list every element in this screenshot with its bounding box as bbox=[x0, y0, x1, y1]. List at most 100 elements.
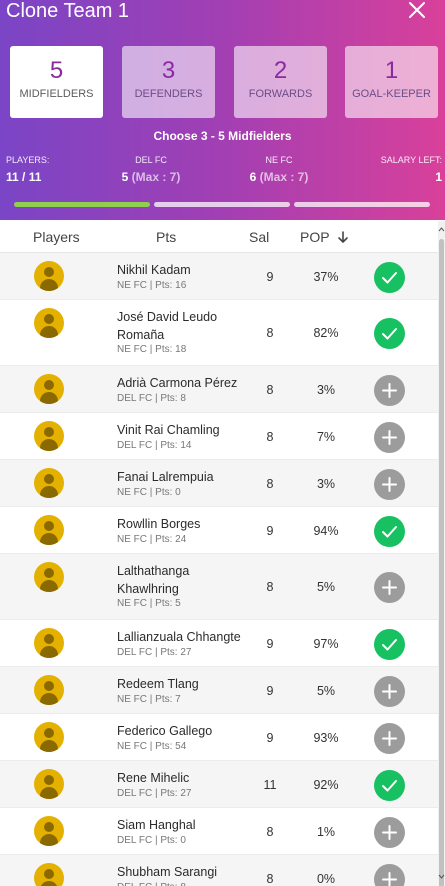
popularity-value: 1% bbox=[316, 825, 336, 839]
player-meta: DEL FC | Pts: 8 bbox=[117, 882, 186, 886]
team-header: Clone Team 1 5 MIDFIELDERS 3 DEFENDERS 2… bbox=[0, 0, 445, 220]
add-player-button[interactable] bbox=[374, 422, 405, 453]
plus-icon bbox=[382, 872, 397, 886]
tab-count: 3 bbox=[161, 57, 176, 84]
checkmark-icon bbox=[382, 780, 397, 792]
add-player-button[interactable] bbox=[374, 723, 405, 754]
team2-value-wrap: 6 (Max : 7) bbox=[248, 169, 310, 185]
team2-value: 6 bbox=[249, 170, 257, 184]
table-row[interactable]: Shubham SarangiDEL FC | Pts: 8 8 0% bbox=[0, 855, 438, 886]
table-header: Players Pts Sal POP bbox=[0, 221, 445, 253]
player-meta: DEL FC | Pts: 27 bbox=[117, 647, 192, 658]
col-sal[interactable]: Sal bbox=[249, 229, 269, 245]
salary-value: 8 bbox=[266, 580, 274, 594]
player-meta: DEL FC | Pts: 0 bbox=[117, 835, 186, 846]
scroll-down-icon[interactable] bbox=[438, 871, 445, 881]
player-meta: NE FC | Pts: 54 bbox=[117, 741, 187, 752]
player-name[interactable]: Rowllin Borges bbox=[117, 515, 247, 533]
progress-segment bbox=[14, 202, 150, 207]
salary-value: 9 bbox=[266, 684, 274, 698]
scroll-up-icon[interactable] bbox=[438, 225, 445, 235]
salary-value: 11 bbox=[263, 778, 277, 792]
avatar bbox=[34, 722, 64, 752]
team2-stat: NE FC 6 (Max : 7) bbox=[248, 155, 310, 185]
remove-player-button[interactable] bbox=[374, 318, 405, 349]
salary-value: 8 bbox=[266, 477, 274, 491]
table-row[interactable]: Federico Gallego NE FC | Pts: 54 9 93% bbox=[0, 714, 438, 761]
table-row[interactable]: Redeem Tlang NE FC | Pts: 7 9 5% bbox=[0, 667, 438, 714]
col-pts[interactable]: Pts bbox=[156, 229, 176, 245]
table-row[interactable]: José David Leudo Romaña NE FC | Pts: 18 8 8… bbox=[0, 300, 438, 366]
player-name[interactable]: Rene Mihelic bbox=[117, 769, 247, 787]
avatar bbox=[34, 675, 64, 705]
players-value: 11 / 11 bbox=[6, 170, 42, 184]
add-player-button[interactable] bbox=[374, 864, 405, 886]
progress-segment bbox=[294, 202, 430, 207]
scrollbar[interactable] bbox=[438, 221, 445, 886]
tab-count: 5 bbox=[49, 57, 64, 84]
table-row[interactable]: Siam Hanghal DEL FC | Pts: 0 8 1% bbox=[0, 808, 438, 855]
tab-defenders[interactable]: 3 DEFENDERS bbox=[122, 46, 215, 118]
avatar bbox=[34, 562, 64, 592]
table-row[interactable]: Adrià Carmona Pérez DEL FC | Pts: 8 8 3% bbox=[0, 366, 438, 413]
remove-player-button[interactable] bbox=[374, 770, 405, 801]
tab-label: GOAL-KEEPER bbox=[352, 88, 431, 100]
scroll-thumb[interactable] bbox=[439, 239, 444, 886]
player-name[interactable]: Lalthathanga Khawlhring bbox=[117, 562, 247, 598]
table-row[interactable]: Vinit Rai Chamling DEL FC | Pts: 14 8 7% bbox=[0, 413, 438, 460]
tab-midfielders[interactable]: 5 MIDFIELDERS bbox=[10, 46, 103, 118]
player-name[interactable]: Vinit Rai Chamling bbox=[117, 421, 247, 439]
col-players[interactable]: Players bbox=[33, 229, 80, 245]
popularity-value: 0% bbox=[316, 872, 336, 886]
avatar bbox=[34, 515, 64, 545]
player-meta: NE FC | Pts: 7 bbox=[117, 694, 181, 705]
add-player-button[interactable] bbox=[374, 469, 405, 500]
add-player-button[interactable] bbox=[374, 375, 405, 406]
col-pop[interactable]: POP bbox=[300, 229, 349, 245]
add-player-button[interactable] bbox=[374, 817, 405, 848]
player-name[interactable]: Fanai Lalrempuia bbox=[117, 468, 247, 486]
team1-value-wrap: 5 (Max : 7) bbox=[121, 169, 181, 185]
table-row[interactable]: Fanai Lalrempuia NE FC | Pts: 0 8 3% bbox=[0, 460, 438, 507]
remove-player-button[interactable] bbox=[374, 262, 405, 293]
remove-player-button[interactable] bbox=[374, 516, 405, 547]
popularity-value: 92% bbox=[313, 778, 339, 792]
salary-value: 8 bbox=[266, 383, 274, 397]
player-meta: DEL FC | Pts: 27 bbox=[117, 788, 192, 799]
tab-forwards[interactable]: 2 FORWARDS bbox=[234, 46, 327, 118]
tab-label: MIDFIELDERS bbox=[19, 88, 94, 100]
player-meta: NE FC | Pts: 5 bbox=[117, 598, 181, 609]
table-row[interactable]: Lalthathanga Khawlhring NE FC | Pts: 5 8 5% bbox=[0, 554, 438, 620]
salary-value: 9 bbox=[266, 270, 274, 284]
player-name[interactable]: Siam Hanghal bbox=[117, 816, 247, 834]
player-name[interactable]: Adrià Carmona Pérez bbox=[117, 374, 247, 392]
team1-stat: DEL FC 5 (Max : 7) bbox=[121, 155, 181, 185]
checkmark-icon bbox=[382, 526, 397, 538]
selection-progress bbox=[14, 202, 430, 207]
table-row[interactable]: Rene Mihelic DEL FC | Pts: 27 11 92% bbox=[0, 761, 438, 808]
player-name[interactable]: Nikhil Kadam bbox=[117, 261, 247, 279]
player-name[interactable]: Federico Gallego bbox=[117, 722, 247, 740]
avatar bbox=[34, 421, 64, 451]
team2-label: NE FC bbox=[265, 155, 293, 165]
selection-instruction: Choose 3 - 5 Midfielders bbox=[153, 129, 292, 143]
popularity-value: 3% bbox=[316, 477, 336, 491]
close-icon[interactable] bbox=[406, 0, 430, 22]
tab-goal-keeper[interactable]: 1 GOAL-KEEPER bbox=[345, 46, 438, 118]
popularity-value: 3% bbox=[316, 383, 336, 397]
player-name[interactable]: Shubham Sarangi bbox=[117, 863, 247, 881]
team2-max: (Max : 7) bbox=[259, 170, 309, 184]
popularity-value: 94% bbox=[313, 524, 339, 538]
table-row[interactable]: Nikhil Kadam NE FC | Pts: 16 9 37% bbox=[0, 253, 438, 300]
add-player-button[interactable] bbox=[374, 572, 405, 603]
remove-player-button[interactable] bbox=[374, 629, 405, 660]
checkmark-icon bbox=[382, 328, 397, 340]
table-row[interactable]: Lallianzuala Chhangte DEL FC | Pts: 27 9 97… bbox=[0, 620, 438, 667]
salary-value: 8 bbox=[266, 872, 274, 886]
players-stat: PLAYERS: 11 / 11 bbox=[6, 155, 49, 185]
add-player-button[interactable] bbox=[374, 676, 405, 707]
table-row[interactable]: Rowllin Borges NE FC | Pts: 24 9 94% bbox=[0, 507, 438, 554]
player-name[interactable]: Redeem Tlang bbox=[117, 675, 247, 693]
player-name[interactable]: José David Leudo Romaña bbox=[117, 308, 247, 344]
player-name[interactable]: Lallianzuala Chhangte bbox=[117, 628, 247, 646]
